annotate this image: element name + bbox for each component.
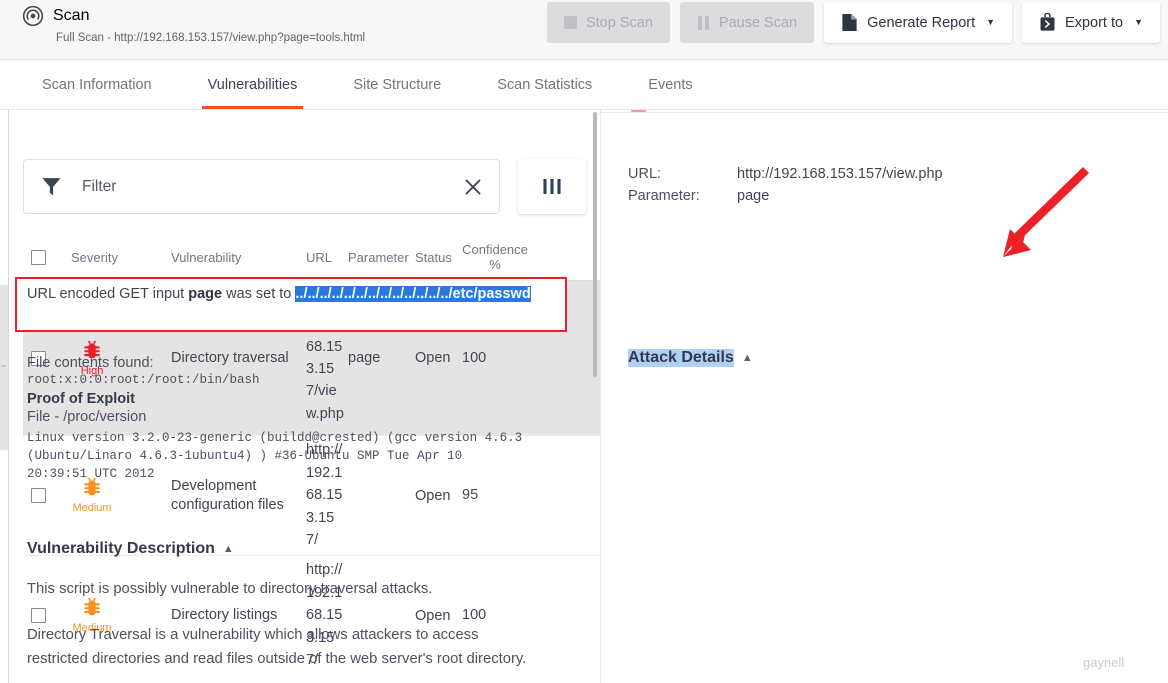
chevron-up-icon: ▲ [222,543,234,555]
scan-target-subtitle: Full Scan - http://192.168.153.157/view.… [56,32,366,44]
left-edge-scroll-thumb[interactable] [1,365,6,367]
detail-parameter-label: Parameter: [628,188,700,204]
chevron-up-icon: ▲ [741,352,753,364]
export-to-label: Export to [1065,14,1124,31]
attack-details-text: URL encoded GET input page was set to ..… [27,284,547,305]
scan-vulnerabilities-screen: Scan Full Scan - http://192.168.153.157/… [0,0,1168,683]
columns-icon [543,179,561,194]
vulnerability-description-section-header[interactable]: Vulnerability Description ▲ [27,540,234,558]
proof-output: Linux version 3.2.0-23-generic (buildd@c… [27,431,523,482]
attack-details-title: Attack Details [628,349,734,367]
proof-file-path: File - /proc/version [27,409,147,426]
tab-site-structure[interactable]: Site Structure [325,60,469,109]
column-header-confidence[interactable]: Confidence % [460,242,530,273]
export-to-button[interactable]: Export to ▼ [1022,2,1160,43]
detail-url-value: http://192.168.153.157/view.php [737,166,943,182]
attack-text-prefix: URL encoded GET input [27,286,189,302]
vulnerability-confidence: 95 [462,487,479,504]
file-contents-label: File contents found: [27,355,154,371]
column-header-vulnerability[interactable]: Vulnerability [171,250,306,265]
app-header: Scan Full Scan - http://192.168.153.157/… [0,0,1168,60]
column-header-url[interactable]: URL [306,250,348,265]
stop-square-icon [563,16,577,29]
filter-box[interactable] [23,159,500,214]
tab-vulnerabilities[interactable]: Vulnerabilities [180,60,326,109]
description-paragraph-1: This script is possibly vulnerable to di… [27,581,433,597]
pause-bars-icon [697,15,710,30]
attack-payload: ../../../../../../../../../../../../../e… [295,286,531,302]
funnel-icon [42,178,61,196]
column-header-severity[interactable]: Severity [71,250,171,265]
scan-target-icon [22,5,44,27]
proof-of-exploit-label: Proof of Exploit [27,391,135,408]
document-icon [842,13,857,32]
chevron-down-icon: ▼ [1134,17,1143,27]
pause-scan-label: Pause Scan [718,14,798,31]
list-scrollbar-thumb[interactable] [593,112,597,377]
pause-scan-button[interactable]: Pause Scan [679,2,815,43]
vulnerability-status: Open [415,487,451,504]
main-tabs: Scan Information Vulnerabilities Site St… [0,60,1168,110]
filter-input[interactable] [62,176,462,197]
attack-details-section-header[interactable]: Attack Details ▲ [628,349,753,367]
vulnerability-description-body: This script is possibly vulnerable to di… [27,578,532,683]
tab-scan-statistics[interactable]: Scan Statistics [469,60,620,109]
attack-text-middle: was set to [222,286,296,302]
severity-label: Medium [72,502,112,514]
tab-events[interactable]: Events [620,60,720,109]
left-page-edge [0,110,9,683]
table-header-row: Severity Vulnerability URL Parameter Sta… [23,235,600,280]
chevron-down-icon: ▼ [986,17,996,27]
export-briefcase-icon [1040,13,1055,31]
generate-report-button[interactable]: Generate Report ▼ [824,2,1013,43]
tab-scan-information[interactable]: Scan Information [14,60,180,109]
description-paragraph-2: Directory Traversal is a vulnerability w… [27,626,527,667]
vulnerability-description-title: Vulnerability Description [27,540,215,557]
column-header-status[interactable]: Status [415,250,460,265]
header-actions: Stop Scan Pause Scan Generate Report ▼ E… [546,2,1160,43]
filter-toolbar [23,159,586,214]
file-contents-block: File contents found: root:x:0:0:root:/ro… [27,355,552,484]
content-area: Severity Vulnerability URL Parameter Sta… [0,110,1168,683]
stop-scan-button[interactable]: Stop Scan [546,2,670,43]
detail-top-rule [601,112,1168,113]
row-checkbox[interactable] [31,488,46,503]
select-all-checkbox[interactable] [31,250,46,265]
column-settings-button[interactable] [518,159,586,214]
detail-meta: URL: http://192.168.153.157/view.php Par… [628,166,943,210]
stop-scan-label: Stop Scan [585,14,653,31]
clipped-severity-badge [631,110,646,112]
left-edge-selected-band [0,285,8,450]
detail-parameter-value: page [737,188,770,204]
page-title: Scan [53,7,90,24]
vulnerability-detail-pane: URL: http://192.168.153.157/view.php Par… [601,110,1168,683]
close-x-icon[interactable] [462,176,484,198]
file-contents-value: root:x:0:0:root:/root:/bin/bash [27,373,260,387]
detail-url-label: URL: [628,166,662,182]
column-header-parameter[interactable]: Parameter [348,250,415,265]
attack-input-name: page [188,286,223,302]
header-title-block: Scan Full Scan - http://192.168.153.157/… [22,0,365,44]
generate-report-label: Generate Report [867,14,976,31]
